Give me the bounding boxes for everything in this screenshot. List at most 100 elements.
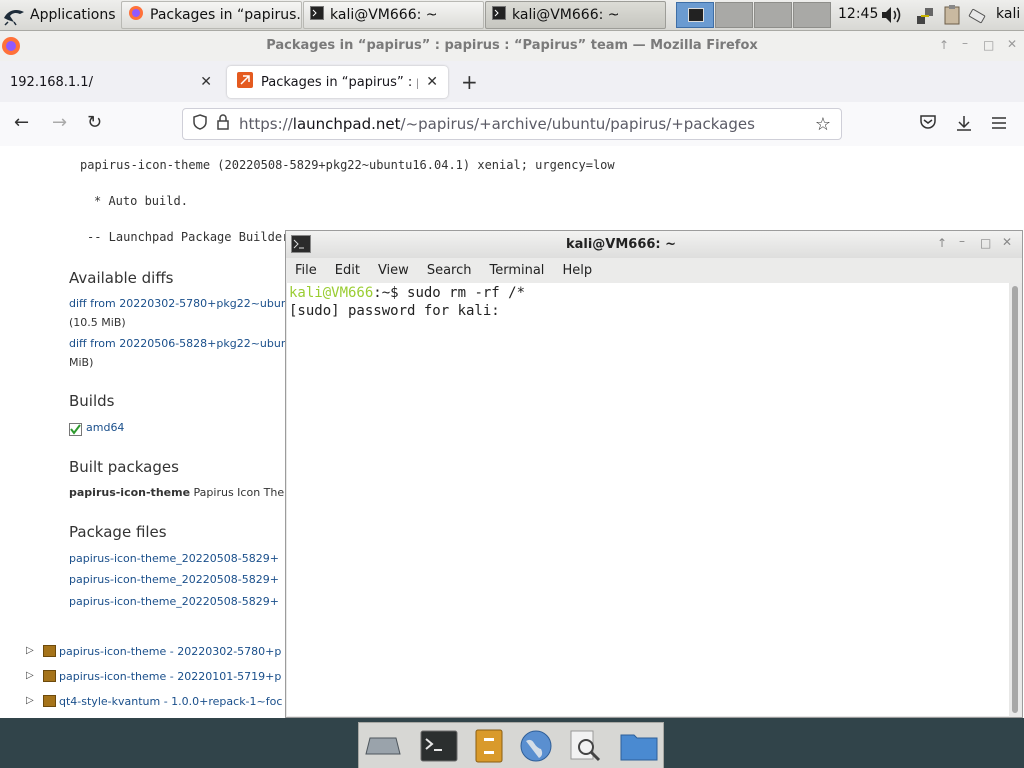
up-arrow-icon[interactable]: ↑ [939,38,949,52]
build-success-icon [69,421,82,440]
network-icon[interactable] [914,4,936,30]
package-icon [43,670,56,682]
web-browser-icon[interactable] [516,727,556,765]
prompt-path: :~$ [373,285,408,301]
applications-menu[interactable]: Applications [2,2,116,28]
kali-dragon-icon [4,10,24,26]
terminal-icon [310,6,324,24]
forward-icon[interactable]: → [52,112,67,133]
built-packages-heading: Built packages [69,458,179,476]
downloads-icon[interactable] [955,114,973,136]
built-package-name: papirus-icon-theme [69,486,191,499]
menu-icon[interactable] [991,115,1007,134]
terminal-menubar: File Edit View Search Terminal Help [286,258,1022,283]
url-bar[interactable]: https://launchpad.net/~papirus/+archive/… [182,108,842,140]
package-row-link[interactable]: papirus-icon-theme - 20220302-5780+p [59,645,281,658]
minimize-icon[interactable]: – [959,234,965,248]
scrollbar-thumb[interactable] [1012,286,1018,713]
maximize-icon[interactable]: □ [983,38,994,52]
terminal-output-line: [sudo] password for kali: [289,303,500,319]
workspace-3[interactable] [754,2,792,28]
available-diffs-heading: Available diffs [69,269,174,287]
menu-help[interactable]: Help [553,263,601,278]
package-file-link[interactable]: papirus-icon-theme_20220508-5829+ [69,573,279,586]
close-icon[interactable]: ✕ [426,74,438,90]
build-arch-link[interactable]: amd64 [86,421,124,434]
changelog-auto-build: * Auto build. [94,194,188,208]
workspace-2[interactable] [715,2,753,28]
new-tab-button[interactable]: + [461,70,478,94]
pocket-icon[interactable] [919,114,937,134]
close-icon[interactable]: ✕ [1007,37,1017,51]
lock-icon[interactable] [217,114,229,134]
built-package-desc: Papirus Icon Then [193,486,292,499]
expand-triangle-icon[interactable]: ▷ [26,670,34,681]
diff-link[interactable]: diff from 20220302-5780+pkg22~ubun [69,297,288,310]
menu-view[interactable]: View [369,263,418,278]
usb-icon[interactable] [966,4,988,30]
show-desktop-icon[interactable] [363,727,403,765]
up-arrow-icon[interactable]: ↑ [937,236,947,250]
diff-link[interactable]: diff from 20220506-5828+pkg22~ubun [69,337,288,350]
user-menu[interactable]: kali [996,6,1020,22]
package-files-heading: Package files [69,523,167,541]
task-terminal-2[interactable]: kali@VM666: ~ [485,1,666,29]
bookmark-star-icon[interactable]: ☆ [815,114,831,135]
built-package-row: papirus-icon-theme Papirus Icon Then [69,486,291,499]
url-text[interactable]: https://launchpad.net/~papirus/+archive/… [239,115,755,133]
close-icon[interactable]: ✕ [200,74,212,90]
task-firefox[interactable]: Packages in “papirus... [121,1,302,29]
menu-edit[interactable]: Edit [326,263,369,278]
applications-label: Applications [30,7,116,23]
menu-terminal[interactable]: Terminal [480,263,553,278]
package-file-link[interactable]: papirus-icon-theme_20220508-5829+ [69,595,279,608]
terminal-scrollbar[interactable] [1010,283,1021,716]
package-row-link[interactable]: papirus-icon-theme - 20220101-5719+p [59,670,281,683]
bottom-dock [358,722,664,768]
minimize-icon[interactable]: – [962,36,968,50]
volume-icon[interactable] [880,5,904,29]
shield-icon[interactable] [193,114,207,134]
terminal-command: sudo rm -rf /* [407,285,526,301]
tab-label: Packages in “papirus” : pa [261,74,419,90]
diff-size: (10.5 MiB) [69,316,126,329]
prompt-user: kali@VM666 [289,285,374,301]
url-path: /~papirus/+archive/ubuntu/papirus/+packa… [400,115,755,133]
firefox-window-title: Packages in “papirus” : papirus : “Papir… [266,38,758,53]
task-terminal-1[interactable]: kali@VM666: ~ [303,1,484,29]
expand-triangle-icon[interactable]: ▷ [26,695,34,706]
url-scheme: https:// [239,115,293,133]
terminal-icon [492,6,506,24]
back-icon[interactable]: ← [14,112,29,133]
clock[interactable]: 12:45 [838,6,878,22]
clipboard-icon[interactable] [942,4,964,30]
changelog-signoff: -- Launchpad Package Builder [87,230,290,244]
file-manager-icon[interactable] [469,727,509,765]
reload-icon[interactable]: ↻ [87,112,102,133]
diff-size: MiB) [69,356,94,369]
changelog-line: papirus-icon-theme (20220508-5829+pkg22~… [80,158,615,172]
terminal-icon [688,8,704,22]
close-icon[interactable]: ✕ [1002,235,1012,249]
terminal-window[interactable]: kali@VM666: ~ ↑ – □ ✕ File Edit View Sea… [285,230,1023,718]
menu-file[interactable]: File [286,263,326,278]
workspace-4[interactable] [793,2,831,28]
package-row-link[interactable]: qt4-style-kvantum - 1.0.0+repack-1~foc [59,695,282,708]
package-file-link[interactable]: papirus-icon-theme_20220508-5829+ [69,552,279,565]
package-icon [43,695,56,707]
url-domain: launchpad.net [292,115,401,133]
tab-router[interactable]: 192.168.1.1/ ✕ [0,66,222,98]
builds-heading: Builds [69,392,115,410]
menu-search[interactable]: Search [418,263,481,278]
terminal-launcher-icon[interactable] [419,727,459,765]
terminal-title: kali@VM666: ~ [565,237,677,252]
package-icon [43,645,56,657]
expand-triangle-icon[interactable]: ▷ [26,645,34,656]
folder-icon[interactable] [619,727,659,765]
terminal-output[interactable]: kali@VM666:~$ sudo rm -rf /* [sudo] pass… [287,283,1009,716]
task-label: Packages in “papirus... [150,7,302,23]
workspace-1[interactable] [676,2,714,28]
tab-papirus-packages[interactable]: Packages in “papirus” : pa ✕ [227,66,448,98]
search-icon[interactable] [565,727,605,765]
maximize-icon[interactable]: □ [980,236,991,250]
